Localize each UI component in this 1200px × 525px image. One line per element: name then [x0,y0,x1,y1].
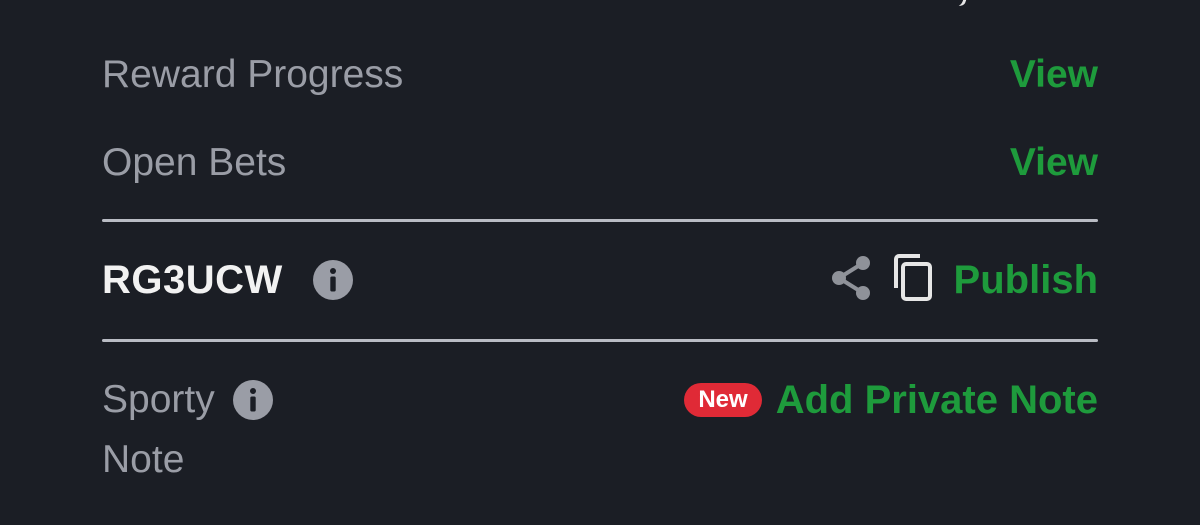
reward-progress-row: Reward Progress View [102,52,1098,98]
sporty-note-label-group: Sporty Note [102,374,273,486]
reward-progress-label: Reward Progress [102,53,404,96]
new-badge: New [684,383,762,417]
add-private-note-button[interactable]: Add Private Note [776,378,1098,423]
divider [102,219,1098,222]
open-bets-view-link[interactable]: View [1010,140,1098,186]
add-note-group: New Add Private Note [684,374,1098,426]
sporty-note-row: Sporty Note New Add Private Note [102,374,1098,484]
open-bets-label: Open Bets [102,141,287,184]
booking-code-row: RG3UCW Publish [102,253,1098,307]
booking-actions: Publish [830,253,1098,307]
divider [102,339,1098,342]
copy-icon[interactable] [892,253,934,307]
publish-button[interactable]: Publish [954,258,1098,303]
reward-progress-view-link[interactable]: View [1010,52,1098,98]
info-icon[interactable] [312,260,353,300]
info-icon[interactable] [232,380,273,420]
share-icon[interactable] [830,255,872,306]
clipped-text-fragment [953,0,968,8]
sporty-note-label-line2: Note [102,438,185,481]
open-bets-row: Open Bets View [102,140,1098,186]
booking-code-group: RG3UCW [102,258,353,303]
sporty-note-label-line: Sporty [102,374,273,426]
sporty-note-label: Sporty [102,378,215,421]
booking-code: RG3UCW [102,257,283,302]
bet-details-panel: Reward Progress View Open Bets View RG3U… [0,0,1200,525]
